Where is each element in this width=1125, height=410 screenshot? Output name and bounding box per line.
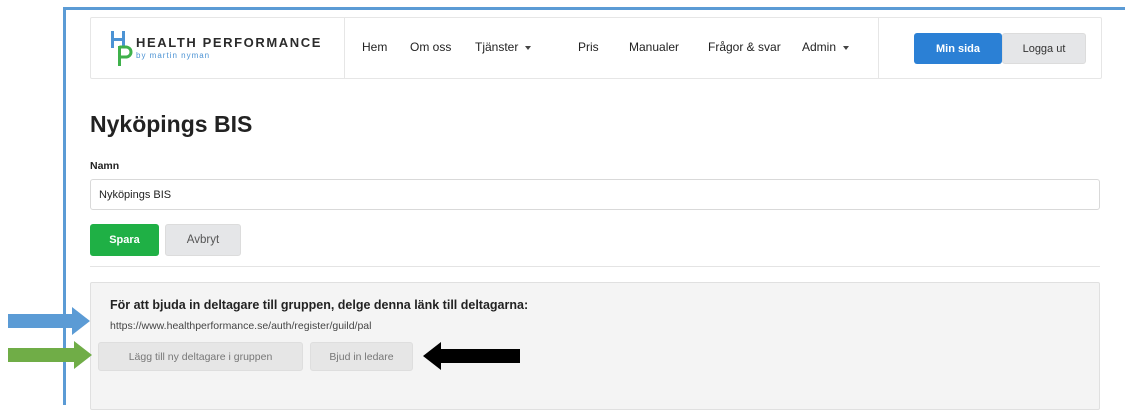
section-divider — [90, 266, 1100, 267]
nav-item-label: Tjänster — [475, 40, 519, 54]
arrow-right-icon — [8, 341, 92, 369]
frame-border-top — [63, 7, 1125, 10]
nav-item-om-oss[interactable]: Om oss — [410, 40, 451, 54]
arrow-left-icon — [423, 342, 520, 370]
save-button[interactable]: Spara — [90, 224, 159, 256]
nav-separator — [878, 18, 879, 78]
nav-item-admin[interactable]: Admin — [802, 40, 850, 54]
hp-logo-icon — [111, 31, 133, 66]
invite-heading: För att bjuda in deltagare till gruppen,… — [110, 298, 529, 312]
nav-separator — [344, 18, 345, 78]
nav-item-pris[interactable]: Pris — [578, 40, 599, 54]
nav-item-hem[interactable]: Hem — [362, 40, 387, 54]
nav-item-fragor-svar[interactable]: Frågor & svar — [708, 40, 781, 54]
invite-panel: För att bjuda in deltagare till gruppen,… — [90, 282, 1100, 410]
invite-link[interactable]: https://www.healthperformance.se/auth/re… — [110, 320, 371, 332]
nav-item-manualer[interactable]: Manualer — [629, 40, 679, 54]
logout-button[interactable]: Logga ut — [1002, 33, 1086, 64]
brand-subtitle: by martin nyman — [136, 51, 211, 60]
nav-item-label: Admin — [802, 40, 837, 54]
navbar: HEALTH PERFORMANCE by martin nyman Hem O… — [90, 17, 1102, 79]
name-label: Namn — [90, 160, 120, 172]
invite-leader-button[interactable]: Bjud in ledare — [310, 342, 413, 371]
cancel-button[interactable]: Avbryt — [165, 224, 241, 256]
add-participant-button[interactable]: Lägg till ny deltagare i gruppen — [98, 342, 303, 371]
my-page-button[interactable]: Min sida — [914, 33, 1002, 64]
nav-item-tjanster[interactable]: Tjänster — [475, 40, 532, 54]
name-input[interactable] — [90, 179, 1100, 210]
brand-name: HEALTH PERFORMANCE — [136, 35, 322, 50]
caret-down-icon — [525, 45, 532, 50]
caret-down-icon — [843, 45, 850, 50]
page-title: Nyköpings BIS — [90, 111, 253, 137]
brand-logo[interactable]: HEALTH PERFORMANCE by martin nyman — [108, 27, 338, 67]
arrow-right-icon — [8, 307, 90, 335]
